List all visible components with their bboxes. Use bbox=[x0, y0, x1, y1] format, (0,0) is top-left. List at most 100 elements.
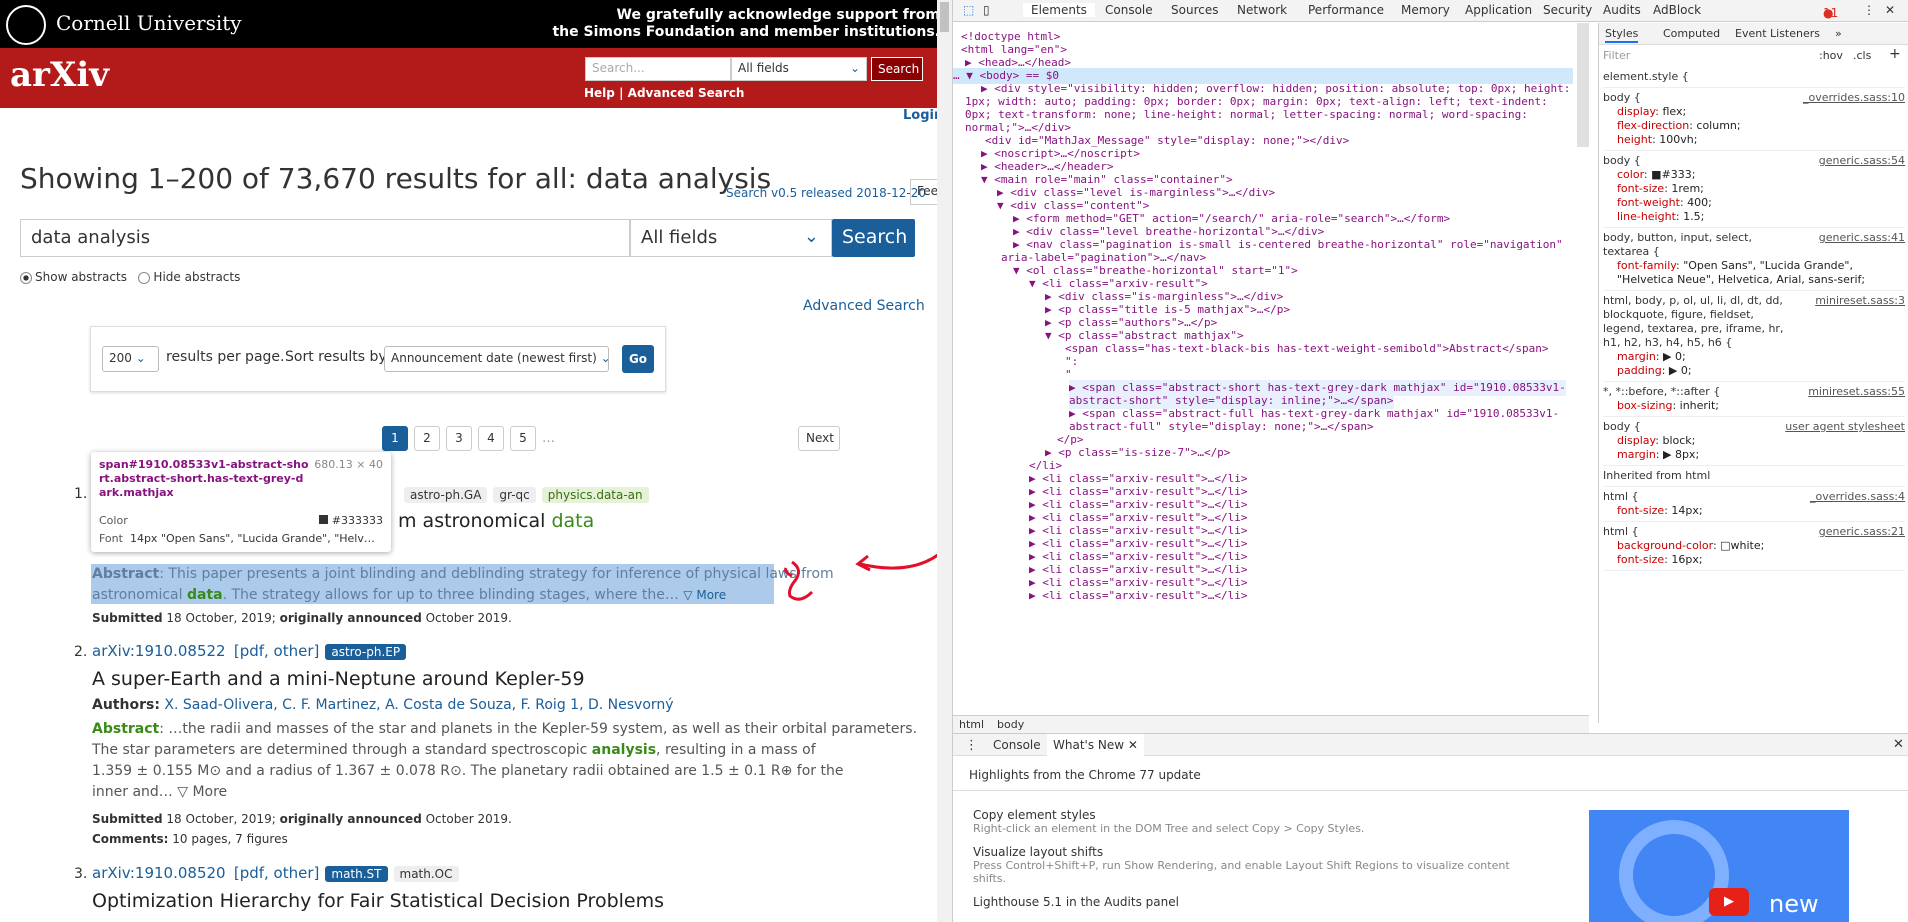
device-toolbar-icon[interactable]: ▯ bbox=[983, 3, 990, 17]
tab-event-listeners[interactable]: Event Listeners bbox=[1735, 27, 1820, 41]
rule-source-link[interactable]: generic.sass:21 bbox=[1819, 525, 1905, 539]
style-property[interactable]: height: 100vh; bbox=[1603, 133, 1905, 147]
more-options-icon[interactable]: ⋮ bbox=[1863, 3, 1875, 17]
style-rule[interactable]: body {generic.sass:54 color: ■#333; font-s… bbox=[1603, 151, 1905, 228]
style-rule[interactable]: body {_overrides.sass:10 display: flex; fl… bbox=[1603, 88, 1905, 151]
category-tag[interactable]: astro-ph.GA bbox=[404, 487, 488, 503]
more-link[interactable]: ▽ More bbox=[683, 588, 726, 602]
style-property[interactable]: box-sizing: inherit; bbox=[1603, 399, 1905, 413]
style-property[interactable]: font-weight: 400; bbox=[1603, 196, 1905, 210]
pdf-other-links[interactable]: [pdf, other] bbox=[234, 864, 320, 882]
header-fields-select[interactable]: All fields ⌄ bbox=[731, 57, 867, 81]
category-tag[interactable]: astro-ph.EP bbox=[325, 644, 407, 660]
header-search-input[interactable]: Search... bbox=[585, 57, 731, 81]
drawer-tab-whats-new[interactable]: What's New ✕ bbox=[1047, 734, 1144, 756]
rule-source-link[interactable]: generic.sass:54 bbox=[1819, 154, 1905, 168]
style-rule[interactable]: html {_overrides.sass:4 font-size: 14px; bbox=[1603, 487, 1905, 522]
dom-tree-scrollbar[interactable] bbox=[1577, 23, 1589, 147]
rule-source-link[interactable]: minireset.sass:55 bbox=[1808, 385, 1905, 399]
news-heading[interactable]: Copy element styles bbox=[973, 808, 1513, 822]
tab-styles[interactable]: Styles bbox=[1605, 27, 1639, 43]
advanced-search-link[interactable]: Advanced Search bbox=[803, 298, 925, 314]
style-property[interactable]: font-size: 14px; bbox=[1603, 504, 1905, 518]
scrollbar-thumb[interactable] bbox=[940, 2, 949, 32]
drawer-tab-console[interactable]: Console bbox=[993, 738, 1041, 752]
per-page-select[interactable]: 200 ⌄ bbox=[102, 346, 159, 372]
tab-adblock[interactable]: AdBlock bbox=[1653, 3, 1701, 17]
style-rule[interactable]: body, button, input, select, textarea {g… bbox=[1603, 228, 1905, 291]
drawer-menu-icon[interactable]: ⋮ bbox=[965, 738, 978, 753]
arxiv-id-link[interactable]: arXiv:1910.08522 bbox=[92, 642, 226, 660]
pdf-other-links[interactable]: [pdf, other] bbox=[234, 642, 320, 660]
inspect-icon[interactable]: ⬚ bbox=[963, 3, 974, 17]
style-property[interactable]: margin: ▶ 8px; bbox=[1603, 448, 1905, 462]
tab-application[interactable]: Application bbox=[1465, 3, 1532, 17]
style-property[interactable]: color: ■#333; bbox=[1603, 168, 1905, 182]
arxiv-id-link[interactable]: arXiv:1910.08520 bbox=[92, 864, 226, 882]
tab-performance[interactable]: Performance bbox=[1308, 3, 1384, 17]
style-rule[interactable]: html, body, p, ol, ul, li, dl, dt, dd, b… bbox=[1603, 291, 1905, 382]
cls-toggle[interactable]: .cls bbox=[1853, 49, 1871, 63]
style-property[interactable]: line-height: 1.5; bbox=[1603, 210, 1905, 224]
close-icon[interactable]: ✕ bbox=[1128, 738, 1138, 752]
rule-source-link[interactable]: minireset.sass:3 bbox=[1815, 294, 1905, 308]
go-button[interactable]: Go bbox=[622, 345, 654, 373]
tab-console[interactable]: Console bbox=[1105, 3, 1153, 17]
news-heading[interactable]: Visualize layout shifts bbox=[973, 845, 1513, 859]
tab-more[interactable]: » bbox=[1835, 27, 1842, 41]
crumb-body[interactable]: body bbox=[997, 718, 1024, 731]
search-input[interactable]: data analysis bbox=[20, 219, 630, 257]
rule-source-link[interactable]: _overrides.sass:4 bbox=[1810, 490, 1905, 504]
category-tag[interactable]: gr-qc bbox=[493, 487, 536, 503]
author-links[interactable]: X. Saad-Olivera, C. F. Martinez, A. Cost… bbox=[164, 697, 673, 713]
style-rule[interactable]: Inherited from html bbox=[1603, 466, 1905, 487]
style-property[interactable]: display: block; bbox=[1603, 434, 1905, 448]
tab-memory[interactable]: Memory bbox=[1401, 3, 1450, 17]
rule-source-link[interactable]: _overrides.sass:10 bbox=[1803, 91, 1905, 105]
page-scrollbar[interactable] bbox=[937, 0, 952, 922]
hide-abstracts-radio[interactable] bbox=[138, 271, 151, 284]
style-property[interactable]: padding: ▶ 0; bbox=[1603, 364, 1905, 378]
style-property[interactable]: font-family: "Open Sans", "Lucida Grande… bbox=[1603, 259, 1905, 287]
style-property[interactable]: font-size: 1rem; bbox=[1603, 182, 1905, 196]
rule-source-link[interactable]: user agent stylesheet bbox=[1785, 420, 1905, 434]
style-rule[interactable]: *, *::before, *::after {minireset.sass:5… bbox=[1603, 382, 1905, 417]
style-rule[interactable]: element.style { bbox=[1603, 67, 1905, 88]
page-3-link[interactable]: 3 bbox=[446, 426, 472, 451]
cornell-name[interactable]: Cornell University bbox=[56, 11, 242, 35]
crumb-html[interactable]: html bbox=[959, 718, 984, 731]
page-1-link[interactable]: 1 bbox=[382, 426, 408, 451]
tab-sources[interactable]: Sources bbox=[1171, 3, 1218, 17]
style-property[interactable]: margin: ▶ 0; bbox=[1603, 350, 1905, 364]
tab-computed[interactable]: Computed bbox=[1663, 27, 1720, 41]
show-abstracts-radio[interactable] bbox=[20, 271, 32, 284]
category-tag[interactable]: physics.data-an bbox=[541, 487, 649, 503]
tab-elements[interactable]: Elements bbox=[1023, 3, 1095, 17]
styles-filter-input[interactable]: Filter bbox=[1603, 49, 1803, 63]
new-rule-button[interactable]: + bbox=[1889, 47, 1901, 61]
category-tag[interactable]: math.ST bbox=[325, 866, 388, 882]
cornell-seal-icon[interactable] bbox=[6, 5, 46, 45]
tab-security[interactable]: Security bbox=[1543, 3, 1592, 17]
result-title[interactable]: Optimization Hierarchy for Fair Statisti… bbox=[92, 890, 664, 912]
header-search-button[interactable]: Search bbox=[871, 57, 923, 81]
advanced-search-link[interactable]: Advanced Search bbox=[628, 86, 745, 100]
drawer-close-icon[interactable]: ✕ bbox=[1893, 737, 1904, 752]
page-5-link[interactable]: 5 bbox=[510, 426, 536, 451]
category-tag[interactable]: math.OC bbox=[393, 866, 459, 882]
close-icon[interactable]: ✕ bbox=[1885, 3, 1895, 17]
page-4-link[interactable]: 4 bbox=[478, 426, 504, 451]
rule-source-link[interactable]: generic.sass:41 bbox=[1819, 231, 1905, 245]
search-button[interactable]: Search bbox=[832, 219, 915, 257]
dom-node[interactable]: <span class="has-text-black-bis has-text… bbox=[1065, 341, 1548, 357]
news-heading[interactable]: Lighthouse 5.1 in the Audits panel bbox=[973, 895, 1513, 909]
dom-node[interactable]: ▶ <p class="is-size-7">…</p> bbox=[1045, 445, 1230, 461]
result-title[interactable]: m astronomical data bbox=[398, 510, 594, 532]
tab-audits[interactable]: Audits bbox=[1603, 3, 1641, 17]
dom-node[interactable]: ▶ <li class="arxiv-result">…</li> bbox=[1029, 588, 1248, 604]
style-property[interactable]: background-color: □white; bbox=[1603, 539, 1905, 553]
tab-network[interactable]: Network bbox=[1237, 3, 1287, 17]
style-property[interactable]: font-size: 16px; bbox=[1603, 553, 1905, 567]
result-title[interactable]: A super-Earth and a mini-Neptune around … bbox=[92, 668, 585, 690]
search-version-link[interactable]: Search v0.5 released 2018-12-20 bbox=[726, 186, 926, 200]
